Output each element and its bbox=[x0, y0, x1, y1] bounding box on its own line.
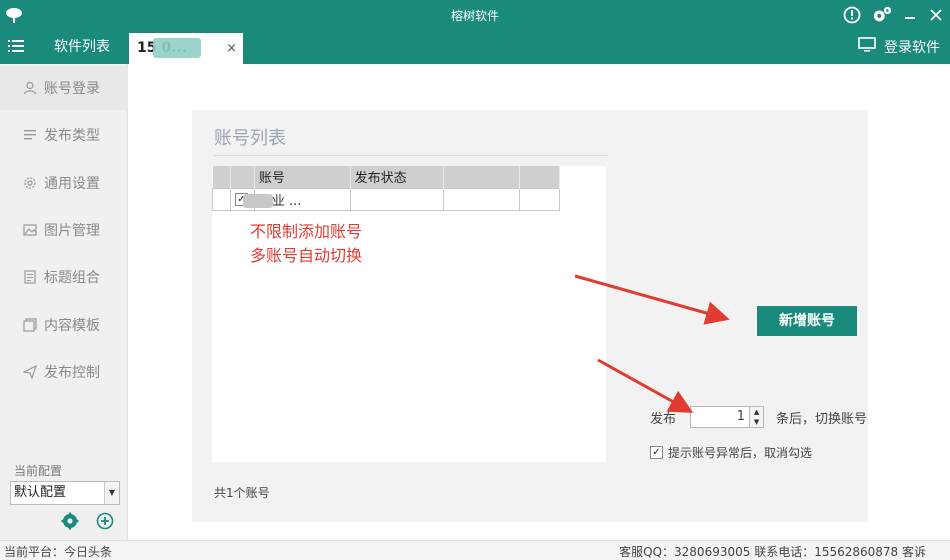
table-header-row: 账号 发布状态 bbox=[212, 166, 560, 188]
service-contact: 客服QQ：3280693005 联系电话：15562860878 客诉 bbox=[619, 545, 926, 559]
chevron-down-icon[interactable]: ▼ bbox=[104, 482, 119, 504]
sidebar-item-publish-type[interactable]: 发布类型 bbox=[0, 113, 128, 157]
login-button[interactable]: 登录软件 bbox=[858, 36, 940, 58]
sidebar-item-image-management[interactable]: 图片管理 bbox=[0, 208, 128, 252]
settings-gear-button[interactable] bbox=[61, 512, 79, 530]
list-icon bbox=[22, 127, 38, 143]
sidebar-item-label: 图片管理 bbox=[44, 223, 100, 239]
main-content: 账号列表 账号 发布状态 ✓ 专业 ... 重新授权 删除 不限制添加账号 多账… bbox=[128, 64, 950, 540]
add-config-button[interactable] bbox=[96, 512, 114, 530]
reauthorize-button[interactable]: 重新授权 bbox=[443, 187, 521, 211]
image-icon bbox=[22, 222, 38, 238]
hint-label: 提示账号异常后，取消勾选 bbox=[668, 446, 813, 460]
delete-button[interactable]: 删除 bbox=[519, 187, 560, 211]
stepper-up-icon[interactable]: ▲ bbox=[750, 407, 763, 417]
current-config-label: 当前配置 bbox=[14, 464, 63, 478]
app-title: 榕树软件 bbox=[450, 9, 499, 23]
sidebar-item-label: 账号登录 bbox=[44, 81, 100, 97]
sidebar: 账号登录 发布类型 通用设置 图片管理 标题组合 内容模板 发布控制 当前配置 … bbox=[0, 64, 128, 540]
hamburger-menu-icon[interactable] bbox=[8, 39, 26, 55]
title-bar: 榕树软件 bbox=[0, 0, 950, 30]
publish-switch-row: 发布 1 ▲ ▼ 条后，切换账号 bbox=[650, 406, 867, 428]
hint-option-row: ✓ 提示账号异常后，取消勾选 bbox=[650, 444, 812, 461]
account-cell: 专业 ... bbox=[243, 187, 351, 211]
annotation-text: 不限制添加账号 多账号自动切换 bbox=[250, 220, 362, 268]
sidebar-item-label: 内容模板 bbox=[44, 318, 100, 334]
column-header bbox=[230, 166, 255, 188]
sidebar-item-account-login[interactable]: 账号登录 bbox=[0, 66, 128, 110]
account-total: 共1个账号 bbox=[214, 486, 270, 500]
settings-gears-icon[interactable] bbox=[872, 5, 892, 25]
template-icon bbox=[22, 317, 38, 333]
send-icon bbox=[22, 364, 38, 380]
user-icon bbox=[22, 80, 38, 96]
minimize-icon[interactable] bbox=[900, 5, 920, 25]
sidebar-item-label: 发布控制 bbox=[44, 365, 100, 381]
sidebar-item-label: 通用设置 bbox=[44, 176, 100, 192]
login-label: 登录软件 bbox=[884, 40, 940, 56]
monitor-icon bbox=[858, 37, 876, 57]
publish-count-input[interactable]: 1 bbox=[690, 406, 751, 428]
column-header bbox=[212, 166, 231, 188]
stepper-down-icon[interactable]: ▼ bbox=[750, 417, 763, 427]
redaction-blur bbox=[243, 194, 274, 208]
tab-software-list[interactable]: 软件列表 bbox=[40, 30, 124, 64]
info-icon[interactable] bbox=[842, 5, 862, 25]
sidebar-item-title-combination[interactable]: 标题组合 bbox=[0, 255, 128, 299]
add-account-button[interactable]: 新增账号 bbox=[757, 306, 857, 336]
annotation-line: 多账号自动切换 bbox=[250, 246, 363, 265]
publish-prefix-label: 发布 bbox=[650, 411, 677, 427]
tab-close-icon[interactable]: × bbox=[226, 33, 237, 64]
sidebar-item-content-template[interactable]: 内容模板 bbox=[0, 303, 128, 347]
sidebar-item-publish-control[interactable]: 发布控制 bbox=[0, 350, 128, 394]
publish-suffix-label: 条后，切换账号 bbox=[776, 411, 868, 427]
tab-account[interactable]: 15 0... × bbox=[129, 33, 243, 64]
annotation-line: 不限制添加账号 bbox=[250, 222, 363, 241]
account-panel: 账号列表 账号 发布状态 ✓ 专业 ... 重新授权 删除 不限制添加账号 多账… bbox=[192, 110, 868, 522]
sidebar-item-general-settings[interactable]: 通用设置 bbox=[0, 161, 128, 205]
table-row: ✓ 专业 ... 重新授权 删除 bbox=[212, 187, 560, 211]
gear-icon bbox=[22, 175, 38, 191]
platform-status: 当前平台：今日头条 bbox=[4, 545, 113, 559]
row-indicator-cell bbox=[212, 187, 231, 211]
column-header-account: 账号 bbox=[254, 166, 351, 188]
account-table: 账号 发布状态 ✓ 专业 ... 重新授权 删除 bbox=[212, 166, 560, 211]
close-window-icon[interactable] bbox=[926, 5, 946, 25]
status-cell bbox=[349, 187, 445, 211]
document-icon bbox=[22, 269, 38, 285]
sidebar-item-label: 发布类型 bbox=[44, 128, 100, 144]
sidebar-item-label: 标题组合 bbox=[44, 270, 100, 286]
account-list: 账号 发布状态 ✓ 专业 ... 重新授权 删除 bbox=[212, 166, 606, 462]
hint-checkbox[interactable]: ✓ bbox=[650, 446, 663, 459]
title-divider bbox=[214, 155, 608, 156]
config-select[interactable]: 默认配置 ▼ bbox=[10, 481, 120, 505]
column-header bbox=[519, 166, 560, 188]
tab-bar: 软件列表 15 0... × 登录软件 bbox=[0, 30, 950, 64]
panel-title: 账号列表 bbox=[214, 128, 286, 149]
redaction-blur bbox=[153, 38, 201, 58]
status-bar: 当前平台：今日头条 客服QQ：3280693005 联系电话：155628608… bbox=[0, 540, 950, 560]
column-header bbox=[443, 166, 521, 188]
config-select-value: 默认配置 bbox=[14, 485, 67, 500]
column-header-status: 发布状态 bbox=[350, 166, 445, 188]
count-stepper[interactable]: ▲ ▼ bbox=[750, 406, 765, 428]
